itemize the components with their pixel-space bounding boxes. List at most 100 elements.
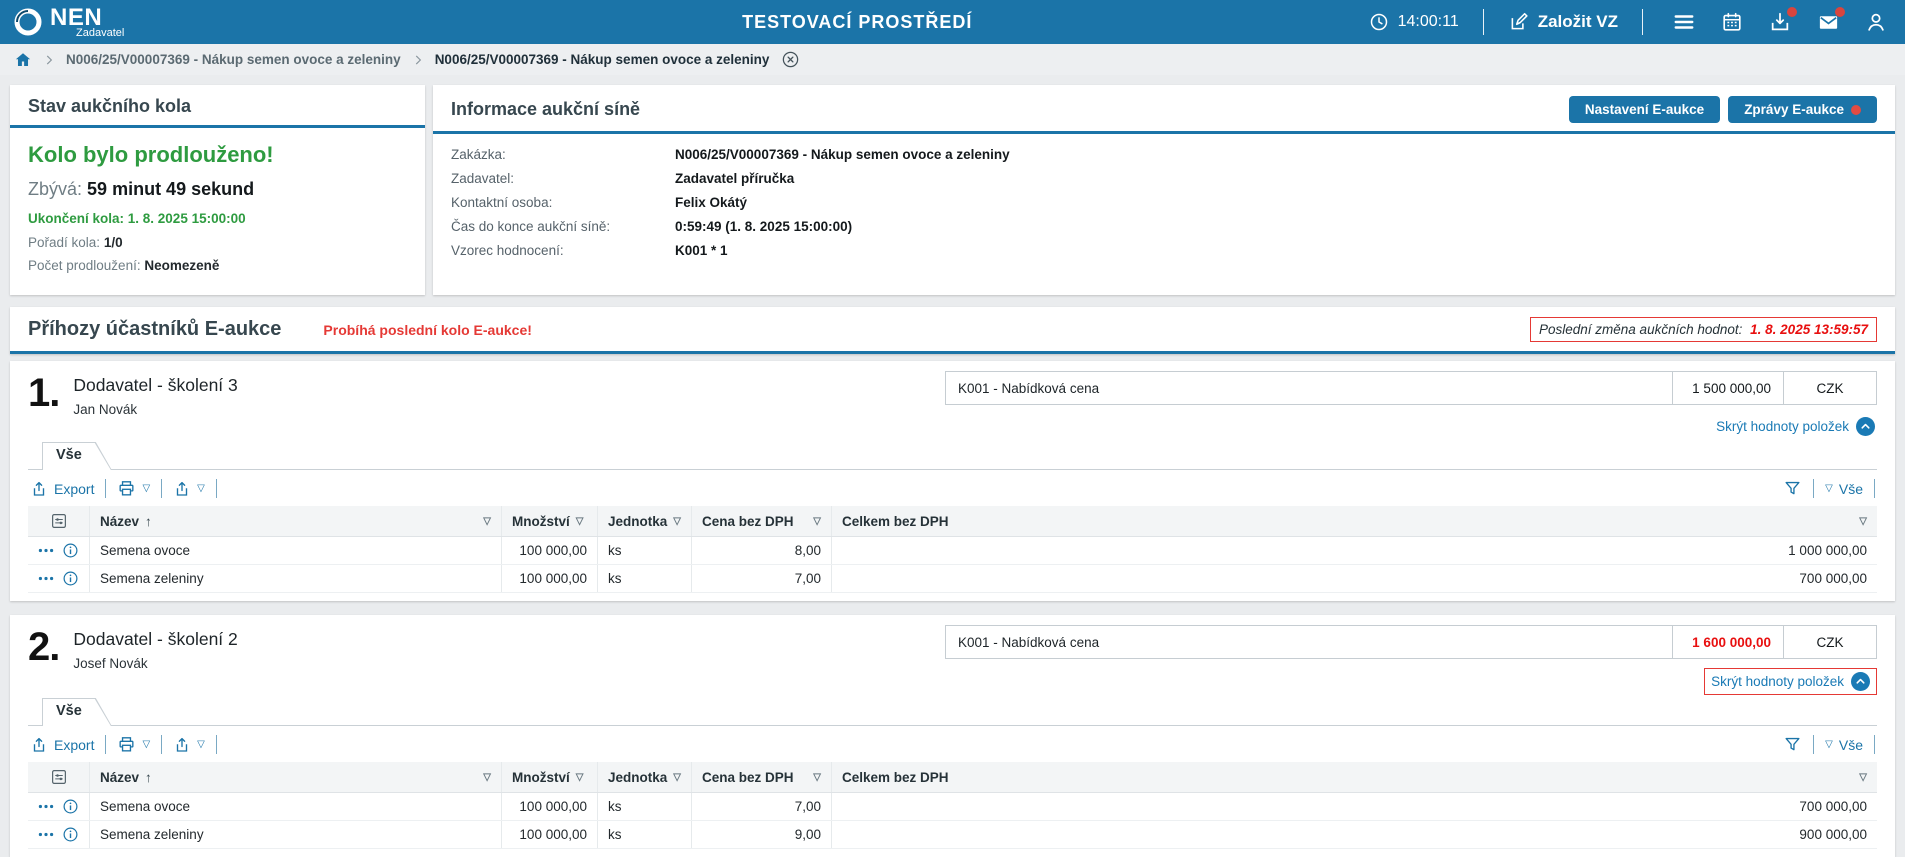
- sort-ascending-icon[interactable]: [145, 514, 152, 529]
- auction-room-info-panel: Informace aukční síně Nastavení E-aukce …: [433, 85, 1895, 295]
- calendar-icon[interactable]: [1721, 11, 1743, 33]
- header-total[interactable]: Celkem bez DPH: [831, 506, 1877, 537]
- header-unit-price[interactable]: Cena bez DPH: [691, 506, 831, 537]
- share-button[interactable]: [173, 736, 205, 754]
- contact-value: Felix Okátý: [675, 195, 747, 210]
- menu-icon[interactable]: [1673, 11, 1695, 33]
- info-panel-buttons: Nastavení E-aukce Zprávy E-aukce: [1569, 96, 1877, 123]
- header-quantity[interactable]: Množství: [502, 762, 598, 793]
- export-label: Export: [54, 481, 94, 497]
- print-button[interactable]: [117, 735, 150, 754]
- share-button[interactable]: [173, 480, 205, 498]
- time-remaining-label: Zbývá:: [28, 179, 82, 199]
- bids-section-title: Příhozy účastníků E-aukce: [28, 318, 281, 341]
- hide-item-values-link[interactable]: Skrýt hodnoty položek: [1704, 668, 1877, 695]
- item-row: Semena ovoce 100 000,00 ks 7,00 700 000,…: [28, 793, 1877, 821]
- share-dropdown-icon[interactable]: [197, 739, 205, 750]
- item-unit: ks: [598, 565, 692, 593]
- info-icon[interactable]: [62, 570, 79, 587]
- header-total[interactable]: Celkem bez DPH: [831, 762, 1877, 793]
- header-divider: [1483, 9, 1484, 35]
- row-menu-icon[interactable]: [38, 803, 54, 810]
- item-name: Semena zeleniny: [90, 565, 502, 593]
- print-button[interactable]: [117, 479, 150, 498]
- bidder-identity: 2. Dodavatel - školení 2 Josef Novák: [28, 625, 238, 695]
- filter-dropdown-icon[interactable]: [673, 516, 681, 527]
- hide-item-values-label: Skrýt hodnoty položek: [1716, 419, 1849, 434]
- export-icon: [30, 736, 48, 754]
- breadcrumb-item[interactable]: N006/25/V00007369 - Nákup semen ovoce a …: [66, 52, 401, 67]
- grid-toolbar: Export Vše: [28, 470, 1877, 506]
- round-extended-status: Kolo bylo prodlouženo!: [28, 142, 407, 168]
- filter-dropdown-icon[interactable]: [576, 516, 584, 527]
- header-name[interactable]: Název: [90, 762, 502, 793]
- header-unit[interactable]: Jednotka: [598, 506, 692, 537]
- filter-dropdown-icon[interactable]: [813, 516, 821, 527]
- printer-icon: [117, 735, 136, 754]
- items-table: Název Množství Jednotka Cena bez DPH Cel…: [28, 762, 1877, 849]
- row-menu-icon[interactable]: [38, 831, 54, 838]
- header-unit-label: Jednotka: [608, 770, 667, 785]
- info-icon[interactable]: [62, 826, 79, 843]
- eauction-messages-button[interactable]: Zprávy E-aukce: [1728, 96, 1877, 123]
- inbox-icon-wrap[interactable]: [1769, 11, 1791, 33]
- hide-values-row: Skrýt hodnoty položek: [945, 668, 1877, 695]
- item-total: 1 000 000,00: [831, 537, 1877, 565]
- filter-dropdown-icon[interactable]: [673, 772, 681, 783]
- filter-dropdown-icon[interactable]: [483, 516, 491, 527]
- share-dropdown-icon[interactable]: [197, 483, 205, 494]
- export-button[interactable]: Export: [30, 480, 94, 498]
- header-name[interactable]: Název: [90, 506, 502, 537]
- item-name: Semena ovoce: [90, 537, 502, 565]
- tab-all[interactable]: Vše: [42, 442, 112, 470]
- items-table: Název Množství Jednotka Cena bez DPH Cel…: [28, 506, 1877, 593]
- view-filter-select[interactable]: Vše: [1825, 481, 1863, 497]
- row-menu-icon[interactable]: [38, 547, 54, 554]
- info-icon[interactable]: [62, 542, 79, 559]
- user-icon[interactable]: [1865, 11, 1887, 33]
- eauction-settings-button[interactable]: Nastavení E-aukce: [1569, 96, 1720, 123]
- filter-funnel-icon[interactable]: [1783, 479, 1802, 498]
- filter-dropdown-icon[interactable]: [813, 772, 821, 783]
- view-filter-select[interactable]: Vše: [1825, 737, 1863, 753]
- item-row: Semena zeleniny 100 000,00 ks 9,00 900 0…: [28, 821, 1877, 849]
- header-unit-label: Jednotka: [608, 514, 667, 529]
- column-settings-header[interactable]: [28, 762, 90, 793]
- filter-dropdown-icon[interactable]: [576, 772, 584, 783]
- extension-count-value: Neomezeně: [144, 258, 219, 273]
- items-header-row: Název Množství Jednotka Cena bez DPH Cel…: [28, 506, 1877, 537]
- filter-dropdown-icon[interactable]: [483, 772, 491, 783]
- row-tools-cell: [28, 565, 90, 593]
- nen-logo[interactable]: NEN Zadavatel: [12, 6, 124, 39]
- print-dropdown-icon[interactable]: [142, 483, 150, 494]
- hide-values-row: Skrýt hodnoty položek: [945, 414, 1877, 439]
- bidder-card-2: 2. Dodavatel - školení 2 Josef Novák K00…: [10, 615, 1895, 857]
- export-button[interactable]: Export: [30, 736, 94, 754]
- header-quantity[interactable]: Množství: [502, 506, 598, 537]
- messages-alert-dot: [1851, 105, 1861, 115]
- info-row-contract: Zakázka: N006/25/V00007369 - Nákup semen…: [451, 147, 1877, 162]
- item-name: Semena zeleniny: [90, 821, 502, 849]
- filter-funnel-icon[interactable]: [1783, 735, 1802, 754]
- chevron-up-circle-icon: [1856, 417, 1875, 436]
- toolbar-separator: [161, 479, 162, 498]
- home-icon[interactable]: [14, 51, 32, 69]
- filter-dropdown-icon[interactable]: [1859, 516, 1867, 527]
- print-dropdown-icon[interactable]: [142, 739, 150, 750]
- info-icon[interactable]: [62, 798, 79, 815]
- messages-icon-wrap[interactable]: [1817, 11, 1839, 33]
- tab-all[interactable]: Vše: [42, 698, 112, 726]
- hide-item-values-link[interactable]: Skrýt hodnoty položek: [1714, 414, 1877, 439]
- close-tab-icon[interactable]: [781, 50, 800, 69]
- column-settings-header[interactable]: [28, 506, 90, 537]
- contract-label: Zakázka:: [451, 147, 675, 162]
- header-divider: [1642, 9, 1643, 35]
- share-icon: [173, 736, 191, 754]
- auction-round-state-panel: Stav aukčního kola Kolo bylo prodlouženo…: [10, 85, 425, 295]
- filter-dropdown-icon[interactable]: [1859, 772, 1867, 783]
- create-vz-button[interactable]: Založit VZ: [1508, 12, 1618, 33]
- header-unit-price[interactable]: Cena bez DPH: [691, 762, 831, 793]
- row-menu-icon[interactable]: [38, 575, 54, 582]
- header-unit[interactable]: Jednotka: [598, 762, 692, 793]
- sort-ascending-icon[interactable]: [145, 770, 152, 785]
